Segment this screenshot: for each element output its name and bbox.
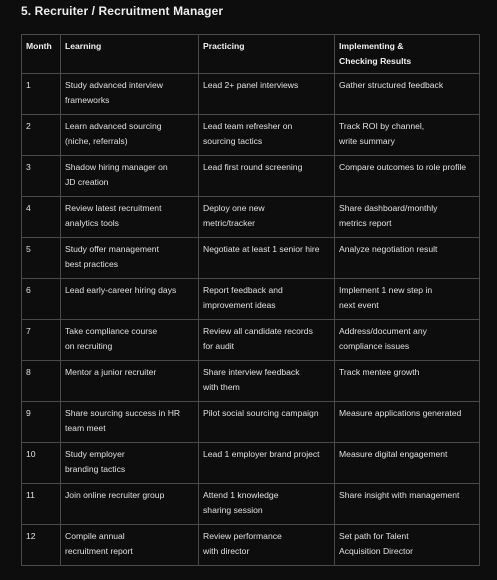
practicing-cell: Lead 1 employer brand project (198, 442, 335, 484)
learning-cell: Join online recruiter group (60, 483, 199, 525)
table-row: 6 Lead early-career hiring days Report f… (21, 278, 480, 320)
practicing-cell: Review performance with director (198, 524, 335, 566)
learning-cell: Mentor a junior recruiter (60, 360, 199, 402)
month-cell: 2 (21, 114, 61, 156)
month-cell: 10 (21, 442, 61, 484)
implementing-cell: Measure digital engagement (334, 442, 480, 484)
learning-cell: Review latest recruitment analytics tool… (60, 196, 199, 238)
table-row: 2 Learn advanced sourcing (niche, referr… (21, 114, 480, 156)
table-header-row: Month Learning Practicing Implementing &… (21, 34, 480, 74)
practicing-cell: Pilot social sourcing campaign (198, 401, 335, 443)
development-plan-table: Month Learning Practicing Implementing &… (21, 34, 480, 566)
implementing-cell: Share dashboard/monthly metrics report (334, 196, 480, 238)
learning-cell: Study advanced interview frameworks (60, 73, 199, 115)
practicing-cell: Attend 1 knowledge sharing session (198, 483, 335, 525)
table-row: 10 Study employer branding tactics Lead … (21, 442, 480, 484)
header-learning: Learning (60, 34, 199, 74)
month-cell: 9 (21, 401, 61, 443)
practicing-cell: Review all candidate records for audit (198, 319, 335, 361)
learning-cell: Lead early-career hiring days (60, 278, 199, 320)
table-row: 9 Share sourcing success in HR team meet… (21, 401, 480, 443)
table-row: 8 Mentor a junior recruiter Share interv… (21, 360, 480, 402)
month-cell: 12 (21, 524, 61, 566)
practicing-cell: Lead team refresher on sourcing tactics (198, 114, 335, 156)
practicing-cell: Share interview feedback with them (198, 360, 335, 402)
month-cell: 8 (21, 360, 61, 402)
table-row: 3 Shadow hiring manager on JD creation L… (21, 155, 480, 197)
month-cell: 7 (21, 319, 61, 361)
learning-cell: Learn advanced sourcing (niche, referral… (60, 114, 199, 156)
practicing-cell: Deploy one new metric/tracker (198, 196, 335, 238)
learning-cell: Study offer management best practices (60, 237, 199, 279)
month-cell: 11 (21, 483, 61, 525)
table-row: 7 Take compliance course on recruiting R… (21, 319, 480, 361)
implementing-cell: Gather structured feedback (334, 73, 480, 115)
header-implementing: Implementing & Checking Results (334, 34, 480, 74)
table-row: 11 Join online recruiter group Attend 1 … (21, 483, 480, 525)
section-heading: 5. Recruiter / Recruitment Manager (21, 4, 224, 18)
implementing-cell: Analyze negotiation result (334, 237, 480, 279)
practicing-cell: Report feedback and improvement ideas (198, 278, 335, 320)
table-row: 4 Review latest recruitment analytics to… (21, 196, 480, 238)
learning-cell: Take compliance course on recruiting (60, 319, 199, 361)
header-practicing: Practicing (198, 34, 335, 74)
practicing-cell: Lead 2+ panel interviews (198, 73, 335, 115)
implementing-cell: Set path for Talent Acquisition Director (334, 524, 480, 566)
month-cell: 5 (21, 237, 61, 279)
learning-cell: Study employer branding tactics (60, 442, 199, 484)
month-cell: 4 (21, 196, 61, 238)
implementing-cell: Track ROI by channel, write summary (334, 114, 480, 156)
learning-cell: Share sourcing success in HR team meet (60, 401, 199, 443)
implementing-cell: Implement 1 new step in next event (334, 278, 480, 320)
implementing-cell: Address/document any compliance issues (334, 319, 480, 361)
month-cell: 1 (21, 73, 61, 115)
practicing-cell: Lead first round screening (198, 155, 335, 197)
implementing-cell: Share insight with management (334, 483, 480, 525)
learning-cell: Shadow hiring manager on JD creation (60, 155, 199, 197)
month-cell: 3 (21, 155, 61, 197)
implementing-cell: Measure applications generated (334, 401, 480, 443)
learning-cell: Compile annual recruitment report (60, 524, 199, 566)
header-month: Month (21, 34, 61, 74)
practicing-cell: Negotiate at least 1 senior hire (198, 237, 335, 279)
implementing-cell: Compare outcomes to role profile (334, 155, 480, 197)
implementing-cell: Track mentee growth (334, 360, 480, 402)
table-row: 12 Compile annual recruitment report Rev… (21, 524, 480, 566)
month-cell: 6 (21, 278, 61, 320)
table-row: 1 Study advanced interview frameworks Le… (21, 73, 480, 115)
table-row: 5 Study offer management best practices … (21, 237, 480, 279)
